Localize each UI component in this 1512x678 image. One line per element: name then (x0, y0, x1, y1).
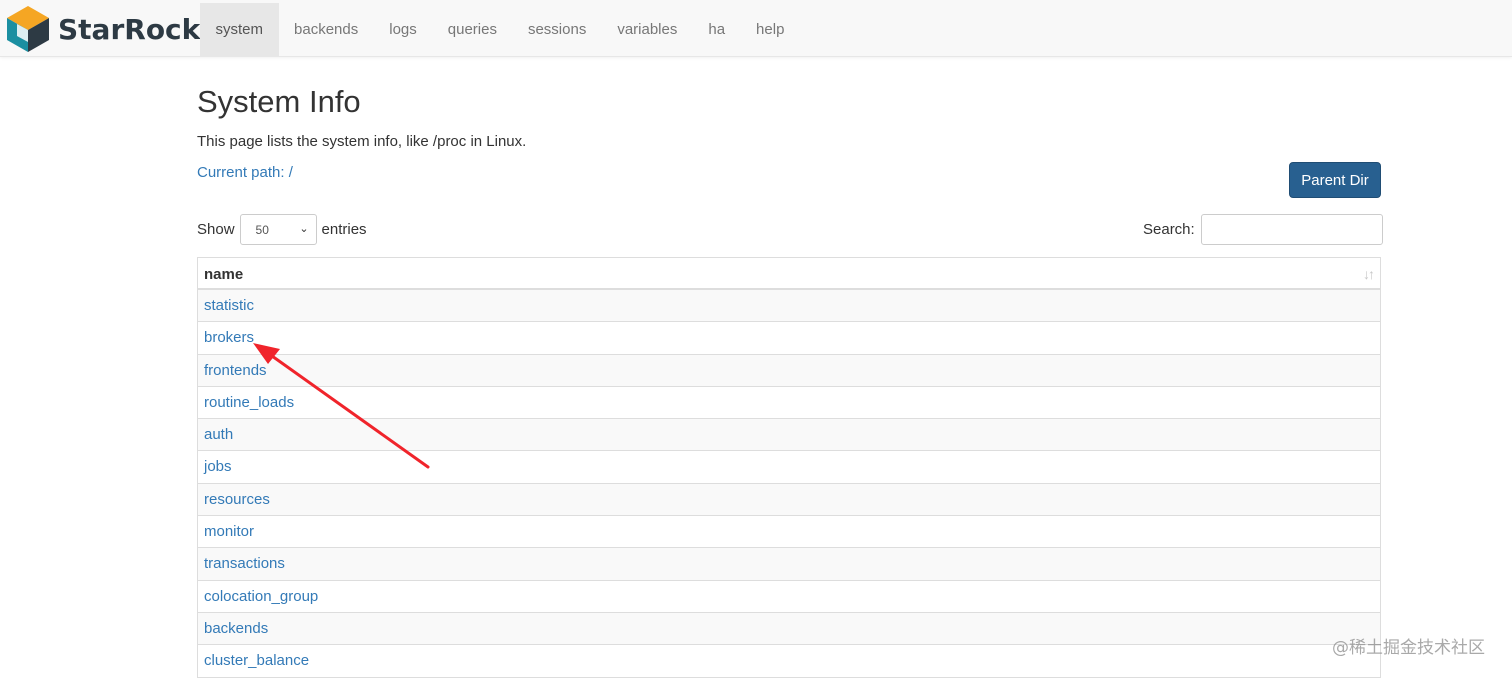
navbar: StarRocks system backends logs queries s… (0, 0, 1512, 57)
row-link-monitor[interactable]: monitor (204, 523, 254, 540)
row-link-backends[interactable]: backends (204, 620, 268, 637)
table-row: transactions (197, 548, 1381, 581)
nav-ha[interactable]: ha (693, 3, 741, 56)
row-link-colocation-group[interactable]: colocation_group (204, 588, 318, 605)
nav-backends[interactable]: backends (279, 3, 374, 56)
table-row: cluster_balance (197, 645, 1381, 678)
system-table: name ↓↑ statistic brokers frontends rout… (197, 257, 1381, 678)
table-row: jobs (197, 451, 1381, 484)
table-row: monitor (197, 516, 1381, 549)
parent-dir-button[interactable]: Parent Dir (1289, 162, 1381, 198)
row-link-resources[interactable]: resources (204, 491, 270, 508)
sort-icon[interactable]: ↓↑ (1363, 266, 1375, 282)
entries-select[interactable]: 50 ⌄ (239, 214, 317, 245)
nav-logs[interactable]: logs (374, 3, 433, 56)
page-title: System Info (197, 84, 361, 119)
search-input[interactable] (1200, 214, 1383, 245)
nav-system[interactable]: system (200, 3, 279, 56)
table-row: resources (197, 483, 1381, 517)
row-link-statistic[interactable]: statistic (204, 297, 254, 314)
show-label: Show (197, 221, 235, 238)
table-row: brokers (197, 322, 1381, 355)
row-link-routine-loads[interactable]: routine_loads (204, 394, 294, 411)
table-row: routine_loads (197, 386, 1381, 420)
table-body: statistic brokers frontends routine_load… (197, 290, 1381, 678)
row-link-frontends[interactable]: frontends (204, 362, 267, 379)
row-link-brokers[interactable]: brokers (204, 329, 254, 346)
chevron-down-icon: ⌄ (299, 223, 309, 235)
watermark: @稀土掘金技术社区 (1332, 638, 1485, 658)
table-row: colocation_group (197, 580, 1381, 613)
row-link-transactions[interactable]: transactions (204, 555, 285, 572)
nav-help[interactable]: help (741, 3, 800, 56)
entries-length-control: Show 50 ⌄ entries (197, 214, 367, 245)
table-row: backends (197, 612, 1381, 646)
starrocks-logo-icon (7, 6, 49, 52)
row-link-jobs[interactable]: jobs (204, 458, 232, 475)
entries-label: entries (321, 221, 367, 238)
brand[interactable]: StarRocks (3, 3, 217, 55)
entries-select-value: 50 (255, 223, 269, 237)
row-link-cluster-balance[interactable]: cluster_balance (204, 652, 309, 669)
current-path-link[interactable]: Current path: / (197, 164, 293, 181)
search-control: Search: (1143, 214, 1383, 245)
search-label: Search: (1143, 221, 1195, 238)
table-row: statistic (197, 290, 1381, 323)
nav-queries[interactable]: queries (432, 3, 512, 56)
table-row: auth (197, 419, 1381, 452)
brand-name: StarRocks (58, 12, 217, 46)
nav-sessions[interactable]: sessions (512, 3, 601, 56)
row-link-auth[interactable]: auth (204, 426, 233, 443)
column-header-name: name (204, 266, 244, 283)
nav-menu: system backends logs queries sessions va… (200, 3, 800, 56)
table-row: frontends (197, 354, 1381, 387)
table-header[interactable]: name ↓↑ (197, 257, 1381, 290)
page-description: This page lists the system info, like /p… (197, 133, 527, 150)
nav-variables[interactable]: variables (602, 3, 693, 56)
